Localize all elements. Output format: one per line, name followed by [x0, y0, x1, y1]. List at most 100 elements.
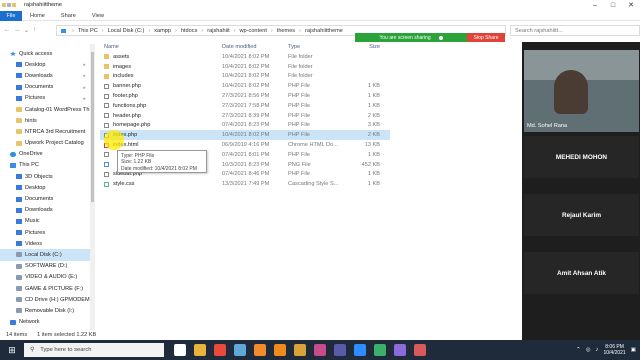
breadcrumb-rajshahiittheme[interactable]: rajshahiittheme — [305, 28, 343, 34]
breadcrumb-local-disk[interactable]: Local Disk (C:) — [108, 28, 145, 34]
sidebar-scrollbar[interactable] — [90, 44, 95, 330]
list-item[interactable]: homepage.php 07/4/2021 8:23 PM PHP File 3 K… — [100, 121, 390, 131]
sidebar-item-pictures-pc[interactable]: Pictures — [0, 227, 90, 238]
system-clock[interactable]: 8:06 PM 10/4/2021 — [603, 344, 625, 357]
stop-share-button[interactable]: Stop Share — [467, 33, 505, 42]
file-explorer-icon[interactable] — [194, 344, 206, 356]
up-icon[interactable]: ↑ — [33, 27, 36, 34]
breadcrumb-wp-content[interactable]: wp-content — [240, 28, 267, 34]
tab-home[interactable]: Home — [22, 13, 53, 19]
sidebar-item-videos[interactable]: Videos — [0, 238, 90, 249]
list-item[interactable]: header.php 27/3/2021 8:39 PM PHP File 2 KB — [100, 111, 390, 121]
sidebar-item-desktop[interactable]: Desktop — [0, 59, 90, 70]
column-header-name[interactable]: Name — [100, 44, 222, 50]
sidebar-item-desktop-pc[interactable]: Desktop — [0, 182, 90, 193]
sidebar-item-cd-drive-h[interactable]: CD Drive (H:) GPMODEM — [0, 294, 90, 305]
breadcrumb-this-pc[interactable]: This PC — [78, 28, 98, 34]
sidebar-item-pictures[interactable]: Pictures — [0, 93, 90, 104]
new-folder-icon[interactable] — [12, 3, 16, 7]
sidebar-item-software-d[interactable]: SOFTWARE (D:) — [0, 261, 90, 272]
app-icon[interactable] — [294, 344, 306, 356]
sidebar-item-hints[interactable]: hints — [0, 115, 90, 126]
sidebar-item-upwork[interactable]: Upwork Project Catalog — [0, 138, 90, 149]
sidebar-item-this-pc[interactable]: This PC — [0, 160, 90, 171]
column-header-date[interactable]: Date modified — [222, 44, 288, 50]
desktop-icon — [16, 62, 22, 68]
firefox-icon[interactable] — [254, 344, 266, 356]
properties-icon[interactable] — [7, 3, 11, 7]
app-icon[interactable] — [314, 344, 326, 356]
sidebar-item-downloads-pc[interactable]: Downloads — [0, 205, 90, 216]
minimize-icon[interactable]: – — [586, 0, 604, 10]
app-icon[interactable] — [414, 344, 426, 356]
list-item[interactable]: images 10/4/2021 8:02 PM File folder — [100, 62, 390, 72]
list-item[interactable]: assets 10/4/2021 8:02 PM File folder — [100, 52, 390, 62]
sidebar-item-catalog[interactable]: Catalog-01 WordPress Th — [0, 104, 90, 115]
tab-view[interactable]: View — [84, 13, 112, 19]
sidebar-item-music[interactable]: Music — [0, 216, 90, 227]
sidebar-item-documents[interactable]: Documents — [0, 82, 90, 93]
php-file-icon — [104, 113, 109, 119]
sidebar-item-downloads[interactable]: Downloads — [0, 70, 90, 81]
list-item[interactable]: style.css 13/3/2021 7:49 PM Cascading Styl… — [100, 179, 390, 189]
notification-icon[interactable]: ▣ — [631, 347, 636, 353]
breadcrumb-rajshahiit[interactable]: rajshahiit — [207, 28, 229, 34]
php-file-icon — [104, 122, 109, 128]
task-view-icon[interactable] — [174, 344, 186, 356]
sidebar-item-quick-access[interactable]: Quick access — [0, 48, 90, 59]
participant-tile[interactable]: Amit Ahsan Atik — [524, 252, 639, 294]
breadcrumb-htdocs[interactable]: htdocs — [181, 28, 197, 34]
sidebar-item-documents-pc[interactable]: Documents — [0, 193, 90, 204]
maximize-icon[interactable]: □ — [604, 0, 622, 10]
back-icon[interactable]: ← — [4, 27, 10, 34]
sidebar-item-video-audio-e[interactable]: VIDEO & AUDIO (E:) — [0, 272, 90, 283]
wifi-icon[interactable]: ◎ — [586, 347, 591, 353]
tab-file[interactable]: File — [0, 10, 22, 21]
column-header-type[interactable]: Type — [288, 44, 348, 50]
breadcrumb-themes[interactable]: themes — [277, 28, 295, 34]
file-size: 1 KB — [367, 83, 380, 90]
pause-icon[interactable] — [438, 35, 443, 40]
list-item[interactable]: functions.php 27/3/2021 7:58 PM PHP File 1 … — [100, 101, 390, 111]
list-item[interactable]: banner.php 10/4/2021 8:02 PM PHP File 1 KB — [100, 81, 390, 91]
forward-icon[interactable]: → — [14, 27, 20, 34]
sidebar-item-network[interactable]: Network — [0, 317, 90, 328]
list-item[interactable]: index.html 06/9/2019 4:16 PM Chrome HTML D… — [100, 140, 390, 150]
list-item-selected[interactable]: index.php 10/4/2021 8:02 PM PHP File 2 KB — [100, 130, 390, 141]
column-header-size[interactable]: Size — [348, 44, 386, 50]
zoom-icon[interactable] — [354, 344, 366, 356]
app-icon[interactable] — [234, 344, 246, 356]
sidebar-item-label: Pictures — [25, 95, 46, 102]
close-icon[interactable]: ✕ — [622, 0, 640, 10]
participant-tile[interactable]: MEHEDI MOHON — [524, 136, 639, 178]
sidebar-item-local-disk-c[interactable]: Local Disk (C:) — [0, 249, 90, 261]
windows-start-icon[interactable]: ⊞ — [0, 340, 24, 360]
sidebar-item-label: Local Disk (C:) — [25, 251, 62, 258]
sidebar-item-label: Quick access — [19, 50, 53, 57]
file-date: 27/3/2021 7:58 PM — [222, 102, 270, 109]
app-icon[interactable] — [394, 344, 406, 356]
sidebar-item-removable-i[interactable]: Removable Disk (I:) — [0, 305, 90, 316]
chevron-up-icon[interactable]: ⌃ — [576, 347, 581, 353]
taskbar-search-input[interactable]: ⚲ Type here to search — [24, 343, 164, 357]
volume-icon[interactable]: ♪ — [596, 347, 599, 353]
app-icon[interactable] — [334, 344, 346, 356]
vlc-icon[interactable] — [274, 344, 286, 356]
sidebar-item-ntrca[interactable]: NTRCA 3rd Recruitment — [0, 126, 90, 137]
sidebar-item-3d-objects[interactable]: 3D Objects — [0, 171, 90, 182]
participant-tile[interactable]: Rejaul Karim — [524, 194, 639, 236]
tab-share[interactable]: Share — [53, 13, 84, 19]
app-icon[interactable] — [374, 344, 386, 356]
breadcrumb-xampp[interactable]: xampp — [154, 28, 171, 34]
participant-video-tile[interactable]: Md. Sohel Rana — [524, 50, 639, 132]
sidebar-item-onedrive[interactable]: OneDrive — [0, 149, 90, 160]
list-item[interactable]: includes 10/4/2021 8:02 PM File folder — [100, 72, 390, 82]
sharing-message: You are screen sharing — [379, 34, 431, 41]
list-item[interactable]: footer.php 27/3/2021 8:56 PM PHP File 1 KB — [100, 91, 390, 101]
file-date: 10/4/2021 8:02 PM — [222, 73, 270, 80]
chrome-icon[interactable] — [214, 344, 226, 356]
recent-locations-icon[interactable]: ⌄ — [24, 27, 29, 34]
search-input[interactable]: Search rajshahiitt... — [510, 25, 640, 36]
sidebar-item-game-picture-f[interactable]: GAME & PICTURE (F:) — [0, 283, 90, 294]
scrollbar-thumb[interactable] — [91, 52, 94, 202]
